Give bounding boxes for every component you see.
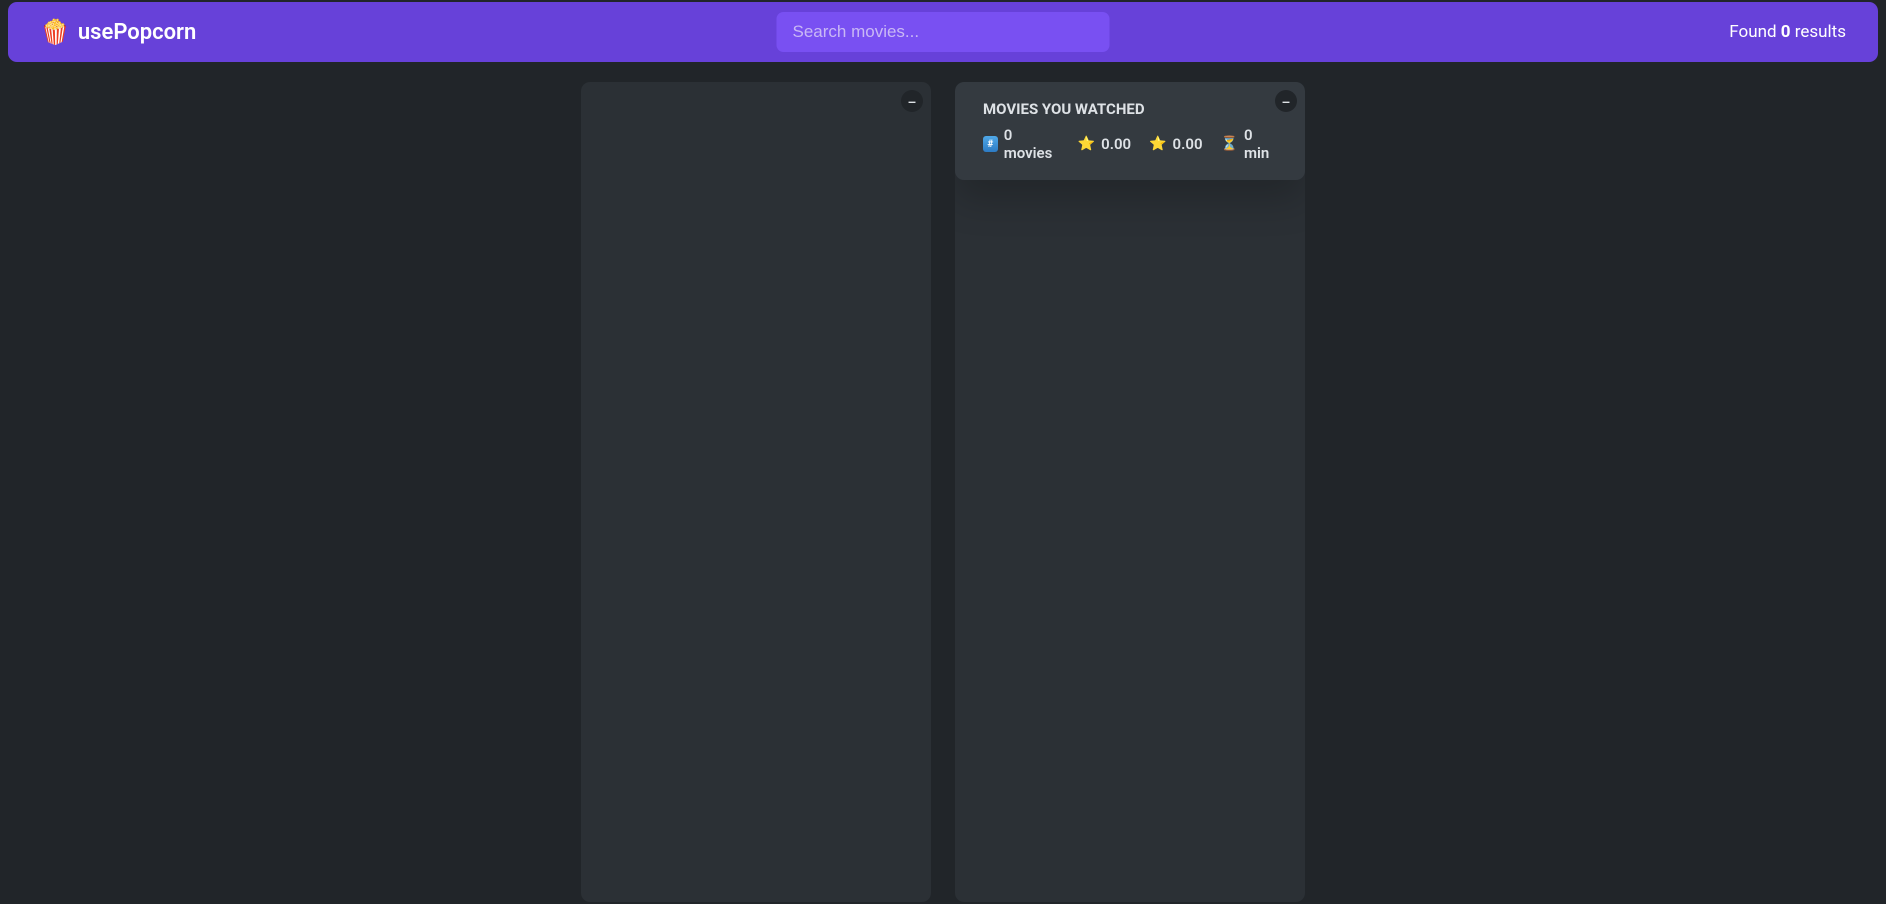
watched-summary-stats: # 0 movies ⭐ 0.00 ⭐ 0.00 ⏳ 0 min: [983, 126, 1277, 162]
main-content: – – MOVIES YOU WATCHED # 0 movies ⭐ 0.00…: [2, 82, 1884, 902]
toggle-movie-list-button[interactable]: –: [901, 90, 923, 112]
star-icon: ⭐: [1149, 136, 1166, 152]
toggle-watched-button[interactable]: –: [1275, 90, 1297, 112]
movie-list-box: –: [581, 82, 931, 902]
stat-count-value: 0 movies: [1004, 126, 1060, 162]
navbar: 🍿 usePopcorn Found 0 results: [8, 2, 1878, 62]
search-input[interactable]: [777, 12, 1110, 52]
stat-user-value: 0.00: [1173, 135, 1203, 153]
results-number: 0: [1781, 22, 1791, 42]
star-icon: ⭐: [1078, 136, 1095, 152]
hourglass-icon: ⏳: [1221, 136, 1238, 152]
results-suffix: results: [1791, 22, 1846, 42]
stat-user-rating: ⭐ 0.00: [1149, 135, 1202, 153]
logo: 🍿 usePopcorn: [40, 18, 196, 46]
watched-box: – MOVIES YOU WATCHED # 0 movies ⭐ 0.00 ⭐…: [955, 82, 1305, 902]
stat-imdb-rating: ⭐ 0.00: [1078, 135, 1131, 153]
results-count: Found 0 results: [1729, 22, 1846, 42]
logo-text: usePopcorn: [78, 20, 196, 45]
stat-count: # 0 movies: [983, 126, 1060, 162]
results-prefix: Found: [1729, 22, 1780, 42]
watched-summary: MOVIES YOU WATCHED # 0 movies ⭐ 0.00 ⭐ 0…: [955, 82, 1305, 180]
stat-runtime-value: 0 min: [1244, 126, 1277, 162]
stat-runtime: ⏳ 0 min: [1221, 126, 1277, 162]
watched-summary-title: MOVIES YOU WATCHED: [983, 100, 1277, 118]
popcorn-icon: 🍿: [40, 18, 70, 46]
hash-icon: #: [983, 136, 998, 152]
stat-imdb-value: 0.00: [1101, 135, 1131, 153]
